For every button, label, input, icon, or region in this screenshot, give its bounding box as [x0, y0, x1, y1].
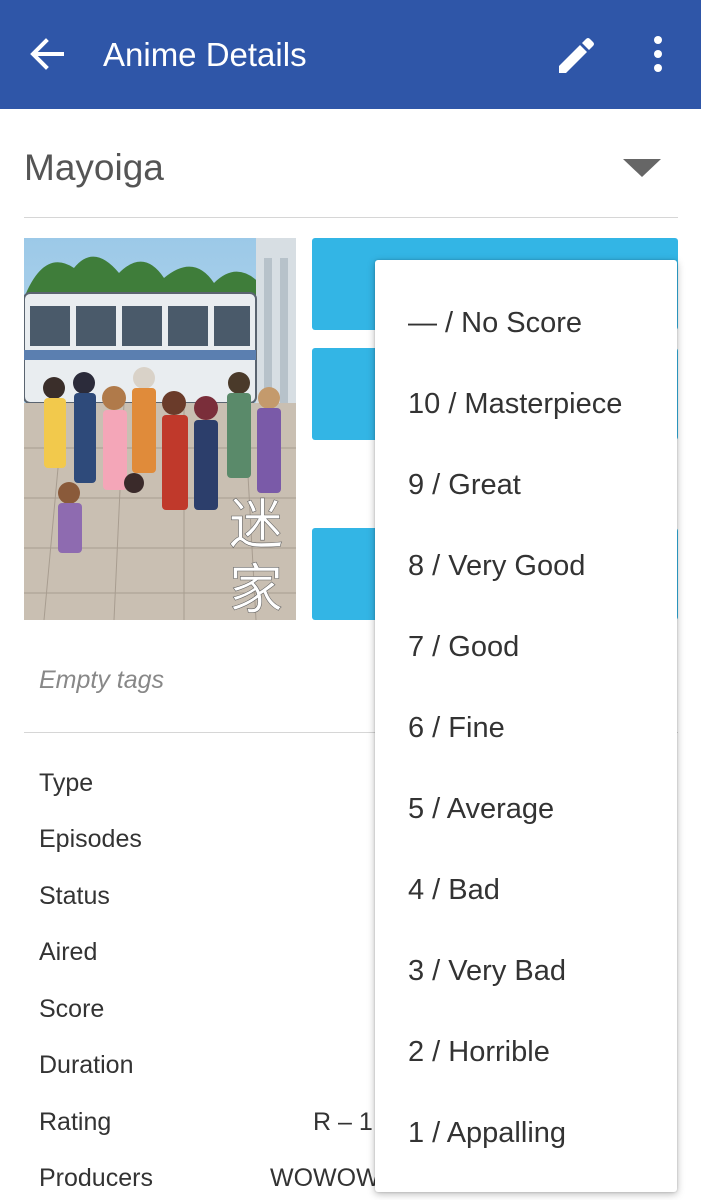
menu-item-score-5[interactable]: 5 / Average: [408, 789, 554, 829]
app-bar: Anime Details: [0, 0, 701, 109]
tags-empty-text[interactable]: Empty tags: [39, 664, 164, 696]
info-label-producers: Producers: [39, 1164, 153, 1192]
menu-item-score-4[interactable]: 4 / Bad: [408, 870, 500, 910]
pencil-icon[interactable]: [553, 33, 599, 79]
menu-item-score-1[interactable]: 1 / Appalling: [408, 1113, 566, 1153]
poster-title-text: 迷: [229, 493, 283, 556]
poster-image[interactable]: 迷 家: [24, 238, 296, 620]
info-value-rating: R – 1: [313, 1108, 373, 1136]
menu-item-score-10[interactable]: 10 / Masterpiece: [408, 384, 622, 424]
dropdown-arrow-icon[interactable]: [620, 155, 664, 181]
info-label-score: Score: [39, 995, 105, 1023]
menu-item-score-9[interactable]: 9 / Great: [408, 465, 521, 505]
menu-item-score-7[interactable]: 7 / Good: [408, 627, 519, 667]
arrow-left-icon[interactable]: [26, 33, 68, 75]
info-label-type: Type: [39, 769, 94, 797]
menu-item-score-3[interactable]: 3 / Very Bad: [408, 951, 566, 991]
score-popup-menu: — / No Score 10 / Masterpiece 9 / Great …: [375, 260, 677, 1192]
divider: [24, 217, 678, 218]
info-value-producers: WOWOW: [270, 1164, 380, 1192]
info-label-episodes: Episodes: [39, 825, 142, 853]
poster-title-text: 家: [229, 558, 283, 620]
info-label-aired: Aired: [39, 938, 98, 966]
page-title: Anime Details: [103, 36, 307, 73]
info-label-duration: Duration: [39, 1051, 134, 1079]
info-label-status: Status: [39, 882, 110, 910]
info-label-rating: Rating: [39, 1108, 112, 1136]
series-title: Mayoiga: [24, 147, 164, 188]
menu-item-score-8[interactable]: 8 / Very Good: [408, 546, 585, 586]
more-vertical-icon[interactable]: [641, 33, 675, 75]
menu-item-no-score[interactable]: — / No Score: [408, 303, 582, 343]
poster-illustration: 迷 家: [24, 238, 296, 620]
menu-item-score-2[interactable]: 2 / Horrible: [408, 1032, 550, 1072]
menu-item-score-6[interactable]: 6 / Fine: [408, 708, 505, 748]
